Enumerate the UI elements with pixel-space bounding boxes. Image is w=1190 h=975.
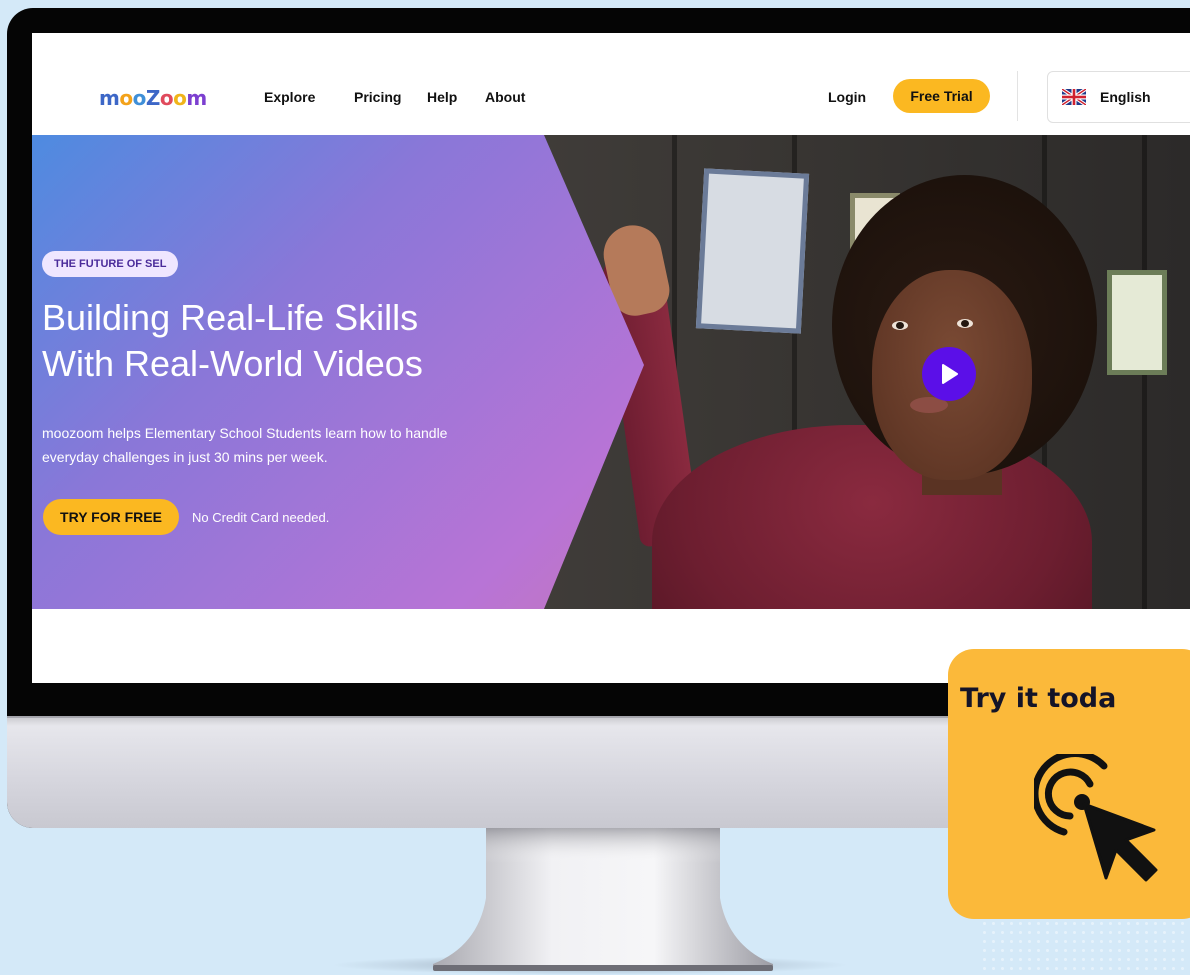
headline-line-1: Building Real-Life Skills <box>42 297 419 338</box>
headline-line-2: With Real-World Videos <box>42 343 423 384</box>
hero-section: THE FUTURE OF SEL Building Real-Life Ski… <box>32 135 1190 609</box>
nav-link-help[interactable]: Help <box>427 89 457 105</box>
browser-screen: mooZoom Explore Pricing Help About Login… <box>32 33 1190 683</box>
login-link[interactable]: Login <box>828 89 866 105</box>
try-for-free-button[interactable]: TRY FOR FREE <box>43 499 179 535</box>
logo-letter: o <box>119 86 133 110</box>
logo-letter: Z <box>145 86 161 110</box>
nav-link-explore[interactable]: Explore <box>264 89 315 105</box>
subtitle-line-2: everyday challenges in just 30 mins per … <box>42 449 328 465</box>
logo-letter: o <box>132 86 147 110</box>
try-it-today-label: Try it toda <box>960 683 1117 714</box>
click-cursor-icon <box>1034 754 1158 882</box>
no-credit-card-note: No Credit Card needed. <box>192 510 330 525</box>
subtitle-line-1: moozoom helps Elementary School Students… <box>42 425 448 441</box>
free-trial-button[interactable]: Free Trial <box>893 79 990 113</box>
hero-headline: Building Real-Life Skills With Real-Worl… <box>42 295 562 387</box>
monitor-stand <box>433 828 773 971</box>
sel-badge: THE FUTURE OF SEL <box>42 251 179 277</box>
nav-divider <box>1017 71 1018 121</box>
language-label: English <box>1100 89 1151 105</box>
language-selector[interactable]: English <box>1047 71 1190 123</box>
wall-drawing <box>695 168 810 334</box>
uk-flag-icon <box>1062 89 1086 105</box>
hero-subtitle: moozoom helps Elementary School Students… <box>42 421 512 469</box>
logo-letter: o <box>159 86 174 110</box>
moozoom-logo[interactable]: mooZoom <box>99 86 207 110</box>
try-it-today-card[interactable]: Try it toda <box>948 649 1190 919</box>
logo-letter: o <box>173 86 187 110</box>
logo-letter: m <box>99 86 120 110</box>
play-icon[interactable] <box>922 347 976 401</box>
nav-link-pricing[interactable]: Pricing <box>354 89 401 105</box>
site-header: mooZoom Explore Pricing Help About Login… <box>32 33 1190 135</box>
logo-letter: m <box>186 86 207 110</box>
nav-link-about[interactable]: About <box>485 89 525 105</box>
